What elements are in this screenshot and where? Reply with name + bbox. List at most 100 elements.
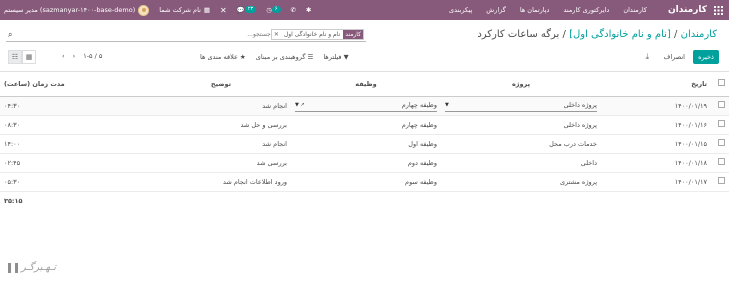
pager-range[interactable]: ۱-۵ / ۵ <box>83 52 102 60</box>
cell-task: وظیفه دوم <box>291 153 441 173</box>
breadcrumb-separator: / <box>670 29 678 40</box>
app-brand[interactable]: کارمندان <box>668 5 707 15</box>
cell-duration: ۰۵:۳۰ <box>0 172 151 192</box>
project-value: پروژه داخلی <box>563 101 597 109</box>
remove-facet-icon[interactable]: ✕ <box>272 31 281 38</box>
favorites-toggle[interactable]: ★ علاقه مندی ها <box>200 53 246 61</box>
table-header-row: تاریخ پروژه وظیفه توضیح مدت زمان (ساعت) <box>0 72 729 97</box>
cell-duration: ۰۸:۳۰ <box>0 115 151 135</box>
chat-button[interactable]: 💬 ۲۳ <box>236 6 257 14</box>
breadcrumb-record[interactable]: [نام و نام خانوادگی اول] <box>569 29 671 40</box>
group-by-toggle[interactable]: ☰ گروهبندی بر مبنای <box>256 53 314 61</box>
description-field[interactable]: انجام شد <box>151 96 291 116</box>
col-description[interactable]: توضیح <box>151 72 291 97</box>
caret-down-icon[interactable]: ↗ ▼ <box>295 102 305 108</box>
search-icon[interactable]: ⌕ <box>8 30 12 40</box>
list-view-icon[interactable]: ☷ <box>8 50 22 64</box>
control-panel: کارمندان / [نام و نام خانوادگی اول] / بر… <box>0 20 729 72</box>
table-row-editing[interactable]: ۱۴۰۰/۰۱/۱۹ پروژه داخلی ▼ وظیفه چهارم ↗ ▼ ا… <box>0 96 729 116</box>
chat-icon: 💬 <box>236 6 245 14</box>
row-checkbox[interactable] <box>718 158 725 165</box>
table-row[interactable]: ۱۴۰۰/۰۱/۱۷ پروژه مشتری وظیفه سوم ورود اط… <box>0 172 729 192</box>
row-checkbox[interactable] <box>711 96 729 116</box>
project-field[interactable]: پروژه داخلی ▼ <box>441 96 601 116</box>
watermark-logo: تـهـبرگـر <box>8 262 56 273</box>
breadcrumb: کارمندان / [نام و نام خانوادگی اول] / بر… <box>477 29 717 40</box>
discard-button[interactable]: انصراف <box>660 50 689 64</box>
caret-down-icon[interactable]: ▼ <box>445 102 449 108</box>
cell-duration: ۱۴:۰۰ <box>0 134 151 154</box>
duration-field[interactable]: ۰۴:۳۰ <box>0 96 151 116</box>
col-date[interactable]: تاریخ <box>601 72 711 97</box>
pager-next-icon[interactable]: › <box>73 52 76 60</box>
cell-project: خدمات درب محل <box>441 134 601 154</box>
col-task[interactable]: وظیفه <box>291 72 441 97</box>
total-row: ۳۵:۱۵ <box>0 191 729 210</box>
apps-grid-icon[interactable] <box>707 0 729 20</box>
company-name: نام شرکت شما <box>159 6 201 14</box>
task-field[interactable]: وظیفه چهارم ↗ ▼ <box>291 96 441 116</box>
table-row[interactable]: ۱۴۰۰/۰۱/۱۵ خدمات درب محل وظیفه اول انجام… <box>0 134 729 154</box>
cell-description: ورود اطلاعات انجام شد <box>151 172 291 192</box>
task-value: وظیفه چهارم <box>401 101 437 109</box>
cell-project: پروژه داخلی <box>441 115 601 135</box>
cell-description: بررسی و حل شد <box>151 115 291 135</box>
row-checkbox[interactable] <box>718 120 725 127</box>
filter-icon: ▼ <box>343 53 349 61</box>
user-name: مدیر سیستم (sazmanyar-۱۴۰۰-base-demo) <box>4 6 136 14</box>
logo-icon <box>8 262 18 273</box>
save-button[interactable]: ذخیره <box>693 50 719 64</box>
search-input[interactable] <box>210 31 271 38</box>
favorites-label: علاقه مندی ها <box>200 53 238 61</box>
cell-task: وظیفه چهارم <box>291 115 441 135</box>
filters-toggle[interactable]: ▼ فیلترها <box>323 53 348 61</box>
cell-task: وظیفه اول <box>291 134 441 154</box>
menu-employee-directory[interactable]: دایرکتوری کارمند <box>556 0 616 20</box>
avatar <box>138 4 150 16</box>
cell-duration: ۰۲:۴۵ <box>0 153 151 173</box>
facet-value: نام و نام خانوادگی اول <box>283 31 341 38</box>
col-duration[interactable]: مدت زمان (ساعت) <box>0 72 151 97</box>
filters-label: فیلترها <box>323 53 342 61</box>
row-checkbox[interactable] <box>718 177 725 184</box>
chat-badge: ۲۳ <box>244 6 257 13</box>
cell-description: بررسی شد <box>151 153 291 173</box>
group-by-label: گروهبندی بر مبنای <box>255 53 306 61</box>
table-row[interactable]: ۱۴۰۰/۰۱/۱۸ داخلی وظیفه دوم بررسی شد ۰۲:۴… <box>0 153 729 173</box>
grid-view-icon[interactable]: ▦ <box>22 50 36 64</box>
bug-icon[interactable]: ✱ <box>306 6 311 14</box>
menu-reporting[interactable]: گزارش <box>479 0 513 20</box>
company-switcher[interactable]: نام شرکت شما ▦ <box>159 6 210 14</box>
user-menu[interactable]: مدیر سیستم (sazmanyar-۱۴۰۰-base-demo) <box>4 4 150 16</box>
col-project[interactable]: پروژه <box>441 72 601 97</box>
download-icon[interactable]: ⤓ <box>645 52 649 62</box>
row-checkbox[interactable] <box>718 139 725 146</box>
date-field[interactable]: ۱۴۰۰/۰۱/۱۹ <box>601 96 711 116</box>
watermark-text: تـهـبرگـر <box>21 262 56 273</box>
close-icon[interactable]: ✕ <box>220 6 227 15</box>
star-icon: ★ <box>239 53 246 61</box>
table-row[interactable]: ۱۴۰۰/۰۱/۱۶ پروژه داخلی وظیفه چهارم بررسی… <box>0 115 729 135</box>
menu-configuration[interactable]: پیکربندی <box>442 0 479 20</box>
list-icon: ☰ <box>307 53 314 61</box>
cell-description: انجام شد <box>151 134 291 154</box>
breadcrumb-parent[interactable]: کارمندان <box>681 29 717 40</box>
menu-employees[interactable]: کارمندان <box>616 0 654 20</box>
top-navbar: کارمندان کارمندان دایرکتوری کارمند دپارت… <box>0 0 729 20</box>
activity-button[interactable]: ◷ ۶ <box>266 6 281 14</box>
pager-prev-icon[interactable]: ‹ <box>62 52 65 60</box>
search-bar: کارمند نام و نام خانوادگی اول ✕ ⌕ <box>6 28 366 42</box>
breadcrumb-separator: / <box>559 29 566 40</box>
total-duration: ۳۵:۱۵ <box>4 196 23 205</box>
menu-departments[interactable]: دپارتمان ها <box>513 0 557 20</box>
cell-project: پروژه مشتری <box>441 172 601 192</box>
clock-icon: ◷ <box>266 6 272 14</box>
main-menu: کارمندان دایرکتوری کارمند دپارتمان ها گز… <box>442 0 654 20</box>
cell-date: ۱۴۰۰/۰۱/۱۵ <box>601 134 711 154</box>
cell-date: ۱۴۰۰/۰۱/۱۸ <box>601 153 711 173</box>
select-all-checkbox[interactable] <box>711 72 729 97</box>
building-icon: ▦ <box>203 6 211 14</box>
cell-date: ۱۴۰۰/۰۱/۱۶ <box>601 115 711 135</box>
phone-icon[interactable]: ✆ <box>291 6 296 14</box>
activity-badge: ۶ <box>271 6 281 13</box>
